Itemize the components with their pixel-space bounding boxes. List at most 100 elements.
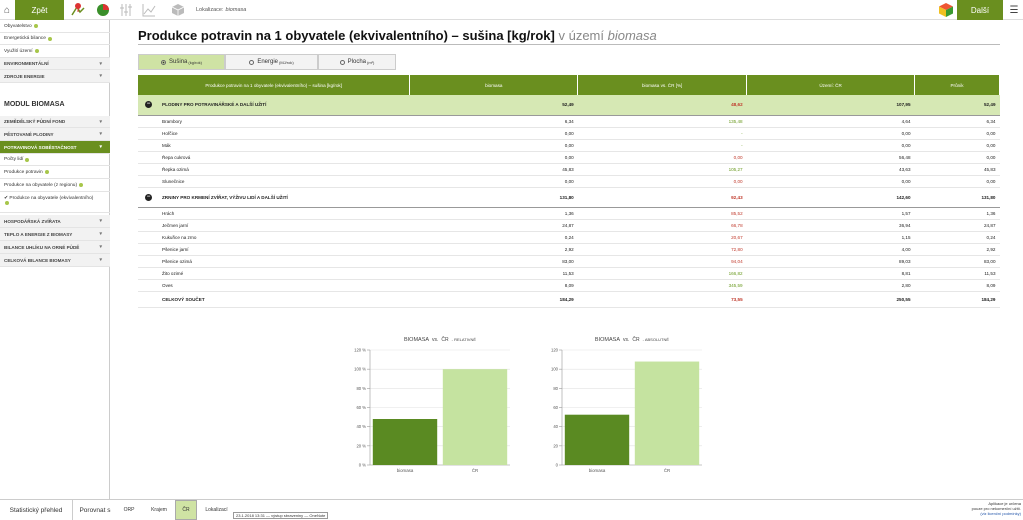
y-tick-label: 80 % xyxy=(356,386,366,391)
box-icon[interactable] xyxy=(170,2,186,18)
compare-lokalizaci[interactable]: Lokalizací xyxy=(198,500,235,520)
sidebar-section-zdroje-energie[interactable]: ZDROJE ENERGIE xyxy=(0,70,110,83)
compare-cr[interactable]: ČR xyxy=(175,500,197,520)
sidebar-item-vyuziti-uzemi[interactable]: Využití území xyxy=(0,45,110,58)
table-cell: 24,87 xyxy=(409,219,578,232)
table-cell: 83,00 xyxy=(409,255,578,268)
table-group-row[interactable]: − PLODINY PRO POTRAVINÁŘSKÉ A DALŠÍ UŽITÍ… xyxy=(138,95,1000,116)
table-row: Mák 0,00-0,00 0,00 xyxy=(138,139,1000,152)
tooltip: 23.1.2018 13:31 — výstup sbraveniny — On… xyxy=(233,512,329,519)
statistical-overview-button[interactable]: Statistický přehled xyxy=(0,500,73,520)
table-row: Hořčice 0,00-0,00 0,00 xyxy=(138,127,1000,140)
table-row: Slunečnice 0,00 0,00 0,00 0,00 xyxy=(138,175,1000,188)
collapse-icon[interactable]: − xyxy=(145,101,152,108)
sidebar-item-energeticka-bilance[interactable]: Energetická bilance xyxy=(0,33,110,45)
table-cell: 1,15 xyxy=(746,231,915,244)
table-cell: 0,00 xyxy=(577,151,747,164)
table-cell: 66,78 xyxy=(577,219,747,232)
table-cell: 184,29 xyxy=(409,290,578,308)
table-cell: 11,53 xyxy=(914,267,1000,280)
license-link[interactable]: (viz licenční podmínky) xyxy=(980,511,1021,516)
table-cell: 135,48 xyxy=(577,115,747,128)
table-cell: 0,00 xyxy=(746,139,915,152)
col-header: Území: ČR xyxy=(746,75,916,95)
line-chart-icon[interactable] xyxy=(141,2,157,18)
col-header: Produkce potravin na 1 obyvatele (ekviva… xyxy=(138,75,411,95)
location-label: Lokalizace: biomasa xyxy=(196,0,246,20)
bar-biomasa xyxy=(564,414,630,465)
hamburger-menu-icon[interactable]: ☰ xyxy=(1005,0,1023,20)
table-cell: 56,48 xyxy=(746,151,915,164)
table-cell: 345,59 xyxy=(577,279,747,292)
table-cell: 6,34 xyxy=(914,115,1000,128)
table-cell: 2,92 xyxy=(914,243,1000,256)
map-pin-icon[interactable] xyxy=(70,2,86,18)
collapse-icon[interactable]: − xyxy=(145,193,152,201)
row-name-cell: Mák xyxy=(138,139,410,152)
table-cell: 92,43 xyxy=(577,187,747,208)
tab-susina[interactable]: Sušina (kg/rok) xyxy=(138,54,225,70)
sidebar-section-celkova-bilance[interactable]: CELKOVÁ BILANCE BIOMASY xyxy=(0,254,110,267)
table-cell: 83,00 xyxy=(914,255,1000,268)
colored-cube-icon[interactable] xyxy=(938,2,954,18)
table-cell: - xyxy=(577,139,747,152)
radio-icon xyxy=(161,59,167,65)
sidebar-section-teplo-energie[interactable]: TEPLO A ENERGIE Z BIOMASY xyxy=(0,228,110,241)
row-name-cell: Řepka ozimá xyxy=(138,163,410,176)
title-divider xyxy=(138,44,1000,45)
compare-label: Porovnat s xyxy=(79,506,111,514)
sidebar-section-zpf[interactable]: ZEMĚDĚLSKÝ PŮDNÍ FOND xyxy=(0,116,110,128)
sidebar-section-potravinova-sobestacnost[interactable]: POTRAVINOVÁ SOBĚSTAČNOST xyxy=(0,141,110,154)
table-cell: 52,49 xyxy=(914,95,1000,116)
status-dot-icon xyxy=(25,157,30,162)
tab-plocha[interactable]: Plocha (m²) xyxy=(318,54,396,70)
tab-energie[interactable]: Energie (MJ/rok) xyxy=(225,54,318,70)
table-cell: 8,09 xyxy=(409,279,578,292)
sidebar-item-pocty-lidi[interactable]: Počty lidí xyxy=(0,154,110,166)
sliders-icon[interactable] xyxy=(118,2,134,18)
table-group-row[interactable]: − ZRNINY PRO KRMENÍ ZVÍŘAT, VÝŽIVU LIDÍ A… xyxy=(138,187,1000,208)
sidebar-section-environmentalni[interactable]: ENVIRONMENTÁLNÍ xyxy=(0,58,110,70)
chart-title: BIOMASA vs. ČR - ABSOLUTNĚ xyxy=(595,336,669,343)
x-tick-label: biomasa xyxy=(397,468,414,473)
pie-chart-icon[interactable] xyxy=(95,2,111,18)
sidebar-section-bilance-uhliku[interactable]: BILANCE UHLÍKU NA ORNÉ PŮDĚ xyxy=(0,241,110,254)
col-header: biomasa vs. ČR [%] xyxy=(577,75,748,95)
sidebar-item-obyvatelstvo[interactable]: Obyvatelstvo xyxy=(0,20,110,33)
page-title: Produkce potravin na 1 obyvatele (ekviva… xyxy=(138,28,657,43)
table-cell: 43,63 xyxy=(746,163,915,176)
sidebar-item-produkce-z-regionu[interactable]: Produkce na obyvatele (z regionu) xyxy=(0,179,110,192)
y-tick-label: 120 xyxy=(551,348,559,353)
compare-krajem[interactable]: Krajem xyxy=(144,500,174,520)
table-cell: 131,80 xyxy=(914,187,1000,208)
sidebar-section-hospodarska-zvirata[interactable]: HOSPODÁŘSKÁ ZVÍŘATA xyxy=(0,215,110,228)
table-row: Pšenice jarní 2,92 72,80 4,00 2,92 xyxy=(138,243,1000,256)
chart-title: BIOMASA vs. ČR - RELATIVNĚ xyxy=(404,336,476,343)
unit-tabs: Sušina (kg/rok) Energie (MJ/rok) Plocha (m²… xyxy=(138,54,396,70)
table-cell: 52,49 xyxy=(409,95,578,116)
row-name-cell: Kukuřice na zrno xyxy=(138,231,410,244)
row-name-cell: Hořčice xyxy=(138,127,410,140)
table-cell: 0,00 xyxy=(409,139,578,152)
sidebar-item-produkce-ekvivalentniho[interactable]: ✔ Produkce na obyvatele (ekvivalentního) xyxy=(0,192,110,213)
table-cell: 2,80 xyxy=(746,279,915,292)
status-dot-icon xyxy=(34,49,39,53)
group-name-cell: − PLODINY PRO POTRAVINÁŘSKÉ A DALŠÍ UŽITÍ xyxy=(138,95,410,116)
sidebar-item-produkce-potravin[interactable]: Produkce potravin xyxy=(0,166,110,179)
row-name-cell: Ječmen jarní xyxy=(138,219,410,232)
y-tick-label: 120 % xyxy=(354,348,366,353)
compare-orp[interactable]: ORP xyxy=(117,500,141,520)
location-value: biomasa xyxy=(225,7,247,13)
table-cell: 45,83 xyxy=(914,163,1000,176)
table-cell: 4,00 xyxy=(746,243,915,256)
table-cell: 250,55 xyxy=(746,290,915,308)
next-button[interactable]: Další xyxy=(957,0,1003,20)
table-cell: 20,67 xyxy=(577,231,747,244)
home-icon[interactable]: ⌂ xyxy=(0,0,14,20)
chart-absolute: BIOMASA vs. ČR - ABSOLUTNĚ 0 20 40 60 80 100 120 bi… xyxy=(551,336,702,473)
sidebar-section-pestovane-plodiny[interactable]: PĚSTOVANÉ PLODINY xyxy=(0,128,110,141)
back-button[interactable]: Zpět xyxy=(15,0,64,20)
chart-relative: BIOMASA vs. ČR - RELATIVNĚ 0 % 20 % 40 % 60 % 80… xyxy=(354,336,510,473)
table-cell: 0,24 xyxy=(914,231,1000,244)
y-tick-label: 80 xyxy=(553,386,558,391)
